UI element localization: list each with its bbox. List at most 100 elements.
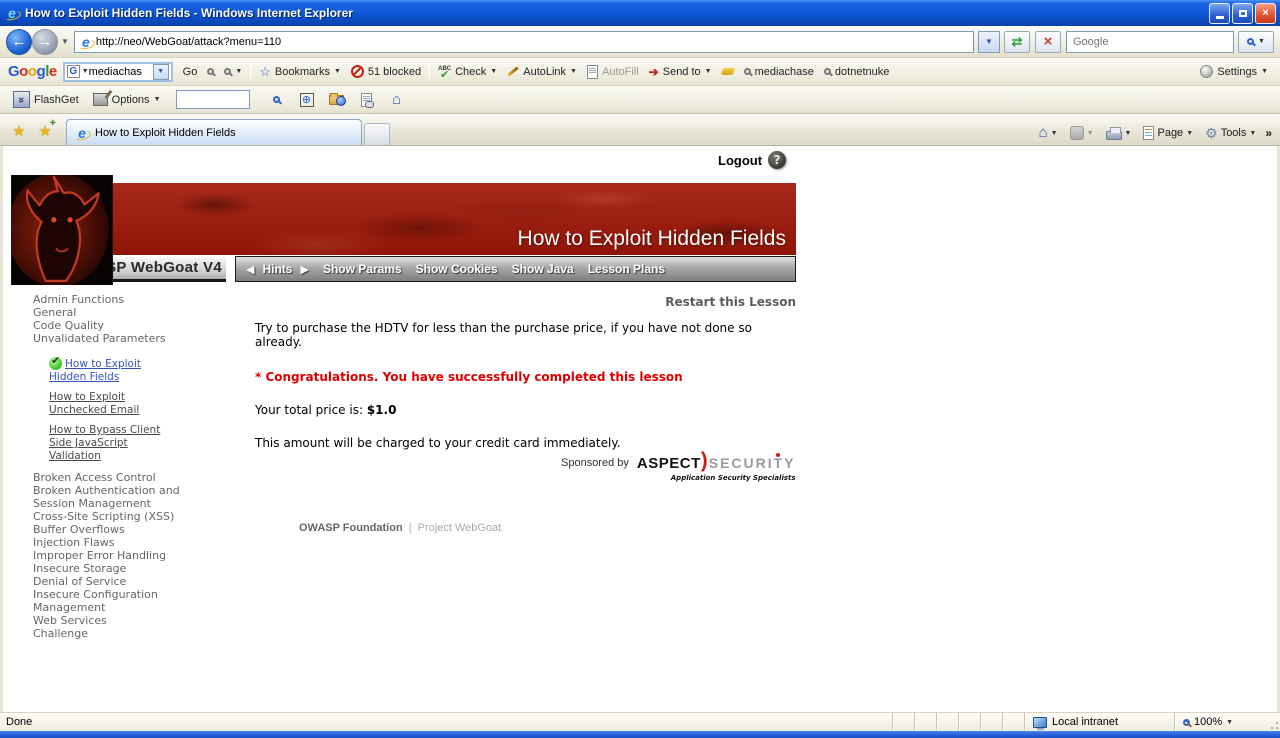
lesson-title: How to Exploit Hidden Fields (518, 227, 796, 255)
footer-owasp-link[interactable]: OWASP Foundation (299, 522, 403, 534)
google-search-dropdown[interactable]: ▼ (153, 64, 169, 80)
lesson-menu-bar: ◀ Hints ▶ Show Params Show Cookies Show … (235, 256, 796, 282)
search-dropdown-icon[interactable]: ▼ (1258, 38, 1265, 45)
menu-show-params[interactable]: Show Params (323, 262, 402, 276)
page-menu-button[interactable]: Page▼ (1138, 124, 1198, 142)
sendto-button[interactable]: ➔ Send to ▼ (644, 61, 717, 83)
sidebar-category-error-handling[interactable]: Improper Error Handling (33, 549, 191, 562)
menu-hints[interactable]: Hints (262, 262, 292, 276)
search-site2-button[interactable]: ▼ (219, 61, 247, 83)
mediachase-button[interactable]: mediachase (739, 61, 819, 83)
sidebar-category-unvalidated-parameters[interactable]: Unvalidated Parameters (33, 332, 193, 345)
popup-blocker-button[interactable]: 51 blocked (346, 61, 426, 83)
sidebar-category-insecure-configuration[interactable]: Insecure Configuration Management (33, 588, 191, 614)
sidebar-category-challenge[interactable]: Challenge (33, 627, 191, 640)
dropdown-icon: ▼ (1087, 130, 1094, 137)
site-search-icon (224, 68, 231, 75)
sidebar-category-insecure-storage[interactable]: Insecure Storage (33, 562, 191, 575)
lesson-link-hidden-fields[interactable]: How to Exploit Hidden Fields (49, 358, 141, 383)
sidebar-category-xss[interactable]: Cross-Site Scripting (XSS) (33, 510, 191, 523)
flashget-folder-button[interactable] (324, 89, 350, 111)
tab-active[interactable]: e How to Exploit Hidden Fields (66, 119, 362, 145)
page-favicon: e (78, 34, 94, 50)
url-input[interactable] (94, 35, 970, 49)
menu-show-cookies[interactable]: Show Cookies (416, 262, 498, 276)
print-button[interactable]: ▼ (1101, 125, 1137, 142)
sidebar-category-denial-of-service[interactable]: Denial of Service (33, 575, 191, 588)
address-dropdown-button[interactable]: ▼ (978, 31, 1000, 53)
search-go-button[interactable]: ▼ (1238, 31, 1274, 53)
logo-letter: e (49, 63, 57, 80)
favorites-button[interactable]: ★ (6, 119, 32, 143)
zoom-control[interactable]: 100% ▼ (1174, 713, 1266, 731)
spellcheck-button[interactable]: ABC✔ Check ▼ (433, 61, 502, 83)
search-site-button[interactable] (202, 61, 219, 83)
highlighter-button[interactable] (717, 61, 739, 83)
menu-lesson-plans[interactable]: Lesson Plans (588, 262, 665, 276)
sendto-arrow-icon: ➔ (649, 65, 659, 79)
search-globe-icon (273, 96, 280, 103)
zone-label: Local intranet (1052, 716, 1118, 728)
toolbar-overflow-icon[interactable]: » (1265, 126, 1272, 140)
aspect-wordmark: ASPECT (637, 455, 701, 472)
sidebar-category-broken-access-control[interactable]: Broken Access Control (33, 471, 191, 484)
search-input[interactable] (1071, 35, 1229, 49)
lesson-link-unchecked-email[interactable]: How to Exploit Unchecked Email (49, 391, 139, 416)
sponsor-tagline: Application Security Specialists (671, 474, 796, 482)
flashget-button[interactable]: » FlashGet (8, 89, 84, 111)
back-button[interactable]: ← (6, 29, 32, 55)
settings-button[interactable]: Settings ▼ (1200, 65, 1272, 78)
sidebar-category-injection-flaws[interactable]: Injection Flaws (33, 536, 191, 549)
sidebar-category-general[interactable]: General (33, 306, 193, 319)
resize-grip[interactable] (1266, 713, 1280, 731)
dropdown-icon: ▼ (1125, 130, 1132, 137)
add-favorite-button[interactable]: ★+ (32, 119, 58, 143)
google-search-combo[interactable]: G ▼ mediachas ▼ (63, 62, 173, 82)
home-button[interactable]: ⌂▼ (1034, 124, 1063, 142)
minimize-button[interactable] (1209, 3, 1230, 24)
history-dropdown-icon[interactable]: ▼ (61, 37, 69, 46)
bookmarks-button[interactable]: ☆ Bookmarks ▼ (254, 61, 346, 83)
flashget-home-button[interactable]: ⌂ (384, 89, 410, 111)
flashget-search-button[interactable] (264, 89, 290, 111)
menu-show-java[interactable]: Show Java (512, 262, 574, 276)
footer-project-link[interactable]: Project WebGoat (418, 522, 502, 534)
lesson-link-js-validation[interactable]: How to Bypass Client Side JavaScript Val… (49, 424, 160, 462)
google-search-value[interactable]: mediachas (89, 66, 151, 78)
sidebar-category-buffer-overflows[interactable]: Buffer Overflows (33, 523, 191, 536)
hints-next-icon[interactable]: ▶ (300, 263, 308, 276)
options-tool-icon (93, 93, 108, 106)
forward-button[interactable]: → (32, 29, 58, 55)
sidebar-category-broken-authentication[interactable]: Broken Authentication and Session Manage… (33, 484, 191, 510)
flashget-download-page-button[interactable] (354, 89, 380, 111)
sidebar-category-admin-functions[interactable]: Admin Functions (33, 293, 193, 306)
status-segment (936, 713, 958, 731)
refresh-button[interactable]: ⇄ (1004, 31, 1030, 53)
sponsored-by-label: Sponsored by (561, 457, 629, 469)
zoom-dropdown-icon[interactable]: ▼ (1226, 719, 1233, 726)
restore-button[interactable] (1232, 3, 1253, 24)
flashget-search-input[interactable] (176, 90, 250, 109)
go-button[interactable]: Go (178, 61, 203, 83)
restart-lesson-link[interactable]: Restart this Lesson (255, 295, 796, 309)
stop-button[interactable]: × (1035, 31, 1061, 53)
dropdown-icon: ▼ (705, 68, 712, 75)
search-box[interactable] (1066, 31, 1234, 53)
autolink-button[interactable]: AutoLink ▼ (502, 61, 582, 83)
sidebar-category-web-services[interactable]: Web Services (33, 614, 191, 627)
g-dropdown-icon[interactable]: ▼ (82, 68, 89, 75)
address-field[interactable]: e (74, 31, 974, 53)
security-wordmark: SECURITY (709, 455, 796, 471)
help-button[interactable]: ? (768, 151, 786, 169)
logout-button[interactable]: Logout (718, 153, 762, 168)
hints-prev-icon[interactable]: ◀ (246, 263, 254, 276)
tools-menu-button[interactable]: ⚙Tools▼ (1200, 124, 1261, 142)
flashget-options-button[interactable]: Options ▼ (88, 89, 166, 111)
dotnetnuke-button[interactable]: dotnetnuke (819, 61, 894, 83)
flashget-site-explorer-button[interactable]: ⊕ (294, 89, 320, 111)
sidebar-category-code-quality[interactable]: Code Quality (33, 319, 193, 332)
close-button[interactable]: × (1255, 3, 1276, 24)
new-tab-button[interactable] (364, 123, 390, 145)
home-icon: ⌂ (1039, 126, 1048, 140)
dropdown-icon[interactable]: ▼ (235, 68, 242, 75)
